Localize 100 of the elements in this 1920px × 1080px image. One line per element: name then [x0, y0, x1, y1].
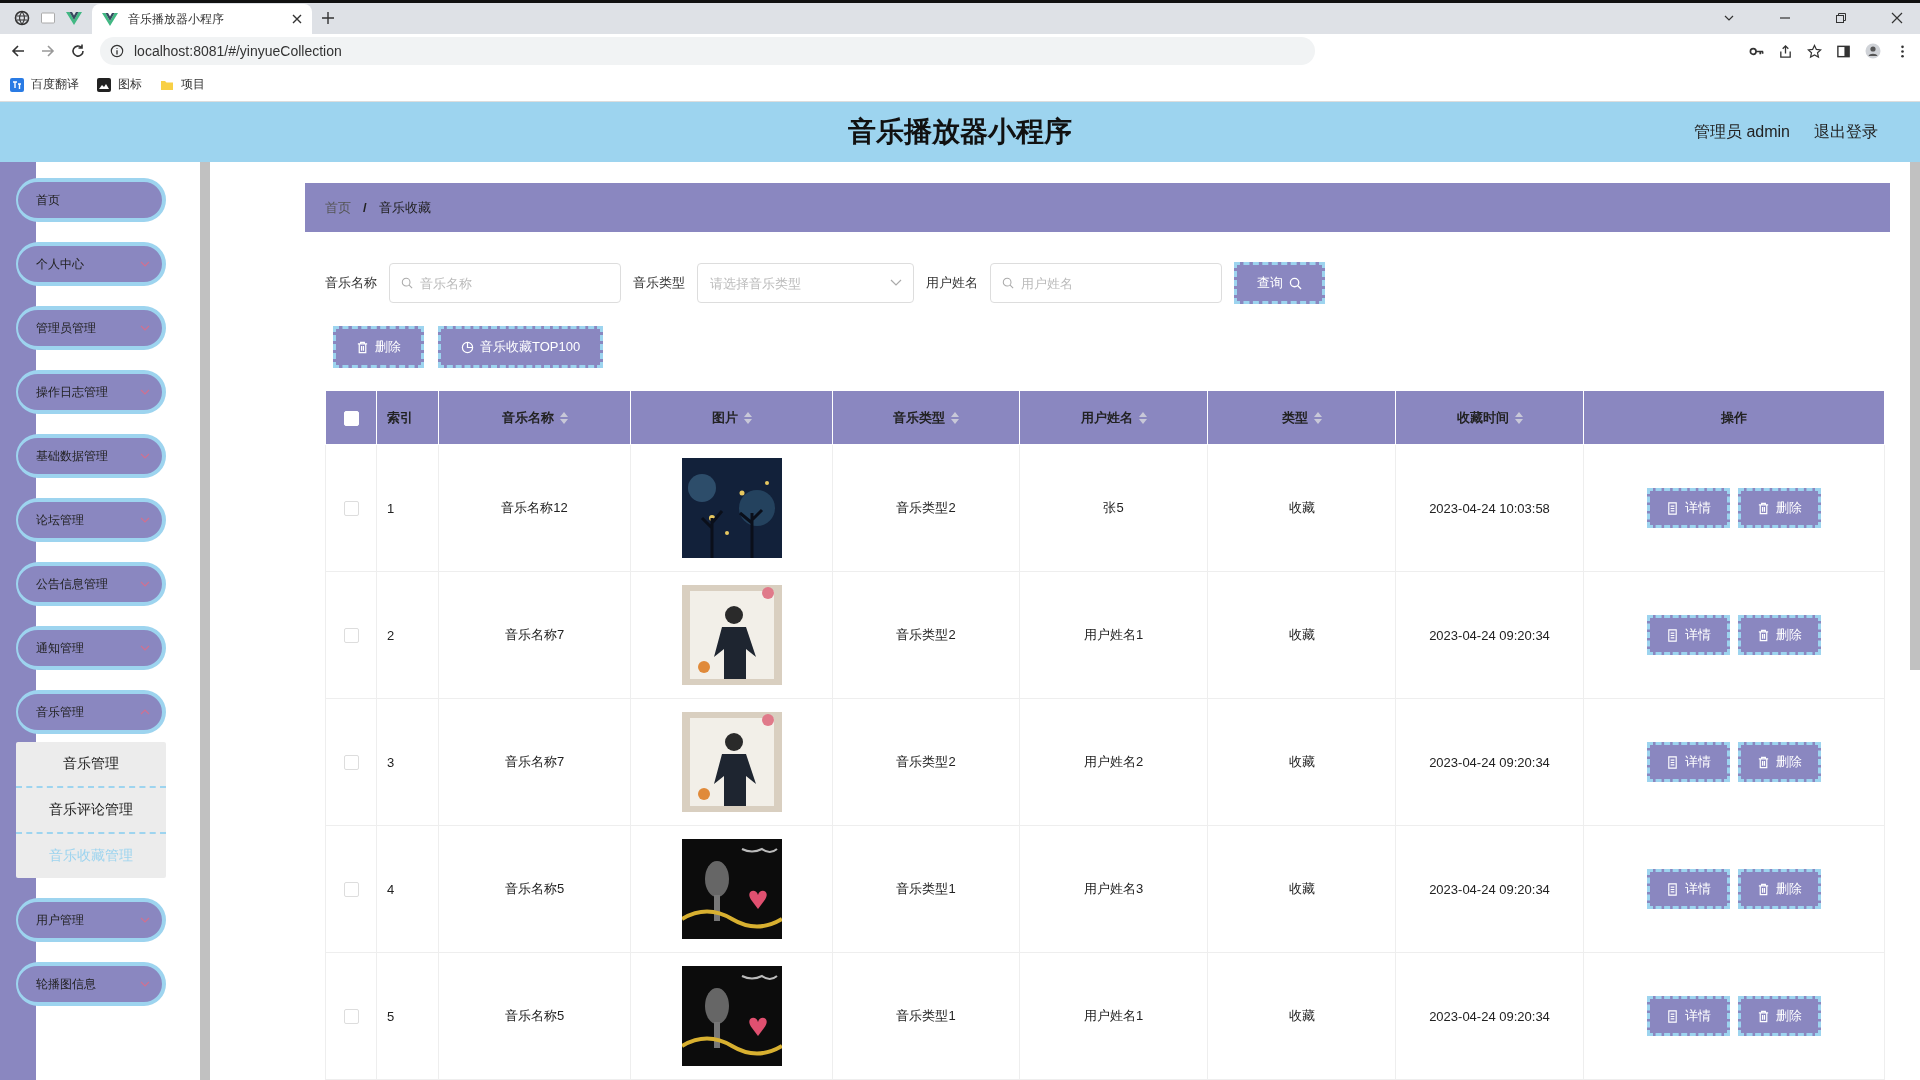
menu-item[interactable]: 用户管理	[16, 898, 166, 942]
browser-tab[interactable]: 音乐播放器小程序	[92, 4, 312, 34]
menu-item[interactable]: 操作日志管理	[16, 370, 166, 414]
row-checkbox[interactable]	[343, 882, 359, 898]
table-cell: 音乐名称5	[504, 1008, 565, 1023]
profile-icon[interactable]	[1865, 43, 1881, 59]
table-cell: 5	[387, 1008, 395, 1024]
submenu-item[interactable]: 音乐评论管理	[16, 788, 166, 834]
menu-item[interactable]: 基础数据管理	[16, 434, 166, 478]
select-all-checkbox[interactable]	[343, 410, 359, 426]
column-header[interactable]: 音乐名称	[438, 390, 631, 445]
delete-button[interactable]: 删除	[1738, 996, 1821, 1036]
breadcrumb-separator: /	[363, 200, 367, 215]
delete-button[interactable]: 删除	[1738, 869, 1821, 909]
globe-icon[interactable]	[14, 10, 30, 26]
table-cell: 2023-04-24 09:20:34	[1429, 881, 1550, 897]
scrollbar[interactable]	[200, 162, 210, 1080]
table-cell: 收藏	[1288, 500, 1315, 515]
address-field[interactable]: localhost:8081/#/yinyueCollection	[100, 37, 1315, 65]
chevron-icon	[140, 917, 150, 923]
close-icon[interactable]	[1891, 12, 1903, 24]
sort-icon	[743, 411, 752, 424]
row-checkbox[interactable]	[343, 628, 359, 644]
menu-item[interactable]: 首页	[16, 178, 166, 222]
row-checkbox[interactable]	[343, 755, 359, 771]
row-checkbox[interactable]	[343, 1009, 359, 1025]
search-field[interactable]: 音乐名称	[389, 263, 621, 303]
field-label: 音乐名称	[325, 274, 377, 292]
back-icon[interactable]	[10, 43, 26, 59]
bookmark[interactable]: 百度翻译	[10, 76, 79, 93]
table-cell: 收藏	[1288, 1008, 1315, 1023]
sort-icon	[951, 411, 959, 424]
search-icon	[401, 277, 413, 289]
detail-button[interactable]: 详情	[1647, 869, 1730, 909]
forward-icon[interactable]	[40, 43, 56, 59]
table-cell: 音乐名称7	[504, 754, 565, 769]
detail-button[interactable]: 详情	[1647, 996, 1730, 1036]
chevron-icon	[140, 453, 150, 459]
logout-link[interactable]: 退出登录	[1814, 121, 1878, 143]
column-header[interactable]: 图片	[630, 390, 833, 445]
table-cell: 收藏	[1288, 627, 1315, 642]
detail-button[interactable]: 详情	[1647, 742, 1730, 782]
star-icon[interactable]	[1807, 43, 1822, 59]
trash-icon	[1757, 882, 1770, 896]
chevron-icon	[140, 389, 150, 395]
restore-icon[interactable]	[1835, 12, 1847, 24]
scrollbar[interactable]	[1910, 162, 1920, 670]
submenu-item[interactable]: 音乐管理	[16, 742, 166, 788]
table-cell: 2023-04-24 09:20:34	[1429, 627, 1550, 643]
detail-button[interactable]: 详情	[1647, 615, 1730, 655]
table-cell: 音乐名称5	[504, 881, 565, 896]
column-header[interactable]: 收藏时间	[1395, 390, 1584, 445]
plus-icon[interactable]	[322, 12, 334, 24]
table-cell: 用户姓名1	[1083, 627, 1144, 642]
close-icon[interactable]	[292, 14, 302, 24]
chevron-icon	[140, 517, 150, 523]
menu-item[interactable]: 个人中心	[16, 242, 166, 286]
column-header[interactable]: 操作	[1583, 390, 1885, 445]
column-header[interactable]: 用户姓名	[1019, 390, 1208, 445]
column-header[interactable]: 类型	[1207, 390, 1396, 445]
column-header[interactable]: 索引	[376, 390, 439, 445]
column-header[interactable]: 音乐类型	[832, 390, 1020, 445]
bookmark[interactable]: 项目	[160, 76, 205, 93]
search-icon	[1289, 276, 1302, 290]
pie-chart-icon	[461, 340, 474, 354]
trash-icon	[1757, 628, 1770, 642]
chevron-icon	[140, 581, 150, 587]
row-checkbox[interactable]	[343, 501, 359, 517]
chevron-icon	[140, 981, 150, 987]
sort-icon	[1514, 411, 1523, 424]
detail-button[interactable]: 详情	[1647, 488, 1730, 528]
table-cell: 张5	[1103, 500, 1124, 515]
delete-button[interactable]: 删除	[333, 326, 424, 368]
sort-icon	[559, 411, 568, 424]
menu-item[interactable]: 音乐管理	[16, 690, 166, 734]
table-cell: 用户姓名2	[1083, 754, 1144, 769]
side-panel-icon[interactable]	[1836, 43, 1851, 59]
share-icon[interactable]	[1778, 43, 1793, 59]
table-cell: 3	[387, 754, 395, 770]
search-field[interactable]: 用户姓名	[990, 263, 1222, 303]
table-cell: 1	[387, 500, 395, 516]
delete-button[interactable]: 删除	[1738, 615, 1821, 655]
select-field[interactable]: 请选择音乐类型	[697, 263, 914, 303]
menu-item[interactable]: 公告信息管理	[16, 562, 166, 606]
chart-button[interactable]: 音乐收藏TOP100	[438, 326, 604, 368]
field-label: 用户姓名	[926, 274, 978, 292]
v-logo-icon	[102, 11, 118, 27]
menu-item[interactable]: 通知管理	[16, 626, 166, 670]
delete-button[interactable]: 删除	[1738, 742, 1821, 782]
table-cell: 2	[387, 627, 395, 643]
menu-item[interactable]: 管理员管理	[16, 306, 166, 350]
user-label: 管理员 admin	[1693, 121, 1790, 142]
bookmark[interactable]: 图标	[97, 76, 142, 93]
v-logo-icon[interactable]	[66, 10, 82, 26]
search-button[interactable]: 查询	[1234, 262, 1325, 304]
delete-button[interactable]: 删除	[1738, 488, 1821, 528]
reload-icon[interactable]	[70, 43, 86, 59]
sort-icon	[1313, 411, 1322, 424]
menu-item[interactable]: 论坛管理	[16, 498, 166, 542]
menu-item[interactable]: 轮播图信息	[16, 962, 166, 1006]
